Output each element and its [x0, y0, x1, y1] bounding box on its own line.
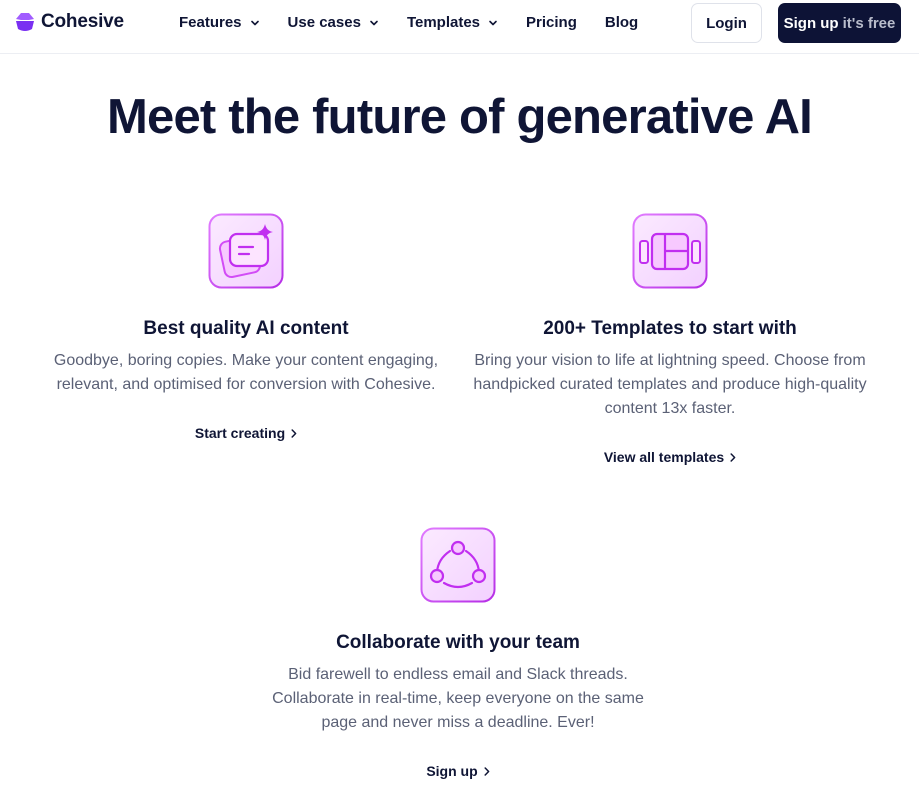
chevron-right-icon	[730, 452, 736, 462]
cohesive-logo[interactable]: Cohesive	[15, 11, 124, 33]
feature-description: Goodbye, boring copies. Make your conten…	[53, 352, 439, 393]
cohesive-logo-icon	[16, 13, 34, 31]
nav-use-cases-menu[interactable]: Use cases	[288, 14, 379, 31]
top-navigation: Cohesive Features Use cases Templates Pr…	[0, 0, 919, 54]
feature-link-label: Start creating	[194, 425, 286, 441]
login-button[interactable]: Login	[691, 3, 762, 43]
signup-button-label: Sign up	[783, 14, 839, 32]
nav-pricing-link[interactable]: Pricing	[526, 14, 577, 31]
feature-link-label: View all templates	[603, 449, 725, 465]
templates-layout-icon	[632, 213, 708, 289]
feature-link-label: Sign up	[426, 763, 478, 779]
sign-up-link[interactable]: Sign up	[426, 763, 490, 779]
feature-title: 200+ Templates to start with	[543, 318, 797, 339]
signup-button[interactable]: Sign up it's free	[778, 3, 901, 43]
primary-nav: Features Use cases Templates Pricing Blo…	[179, 14, 638, 31]
feature-description: Bid farewell to endless email and Slack …	[272, 666, 644, 731]
nav-features-label: Features	[179, 14, 242, 31]
signup-button-suffix: it's free	[842, 14, 896, 32]
feature-description: Bring your vision to life at lightning s…	[473, 352, 867, 417]
nav-use-cases-label: Use cases	[287, 14, 361, 31]
chevron-right-icon	[291, 428, 297, 438]
start-creating-link[interactable]: Start creating	[195, 425, 297, 441]
feature-title: Collaborate with your team	[336, 632, 580, 653]
chevron-down-icon	[370, 20, 378, 25]
nav-features-menu[interactable]: Features	[179, 14, 260, 31]
feature-card-templates: 200+ Templates to start with Bring your …	[470, 213, 870, 467]
brand-name: Cohesive	[41, 11, 124, 32]
feature-card-collaborate: Collaborate with your team Bid farewell …	[258, 527, 658, 781]
hero-title: Meet the future of generative AI	[107, 90, 813, 144]
feature-card-ai-content: Best quality AI content Goodbye, boring …	[46, 213, 446, 443]
collaborate-team-icon	[420, 527, 496, 603]
ai-content-sparkle-icon	[208, 213, 284, 289]
nav-templates-label: Templates	[406, 14, 481, 31]
feature-title: Best quality AI content	[143, 318, 349, 339]
nav-templates-menu[interactable]: Templates	[407, 14, 498, 31]
chevron-down-icon	[489, 20, 497, 25]
chevron-down-icon	[250, 20, 259, 25]
chevron-right-icon	[484, 766, 490, 776]
view-all-templates-link[interactable]: View all templates	[604, 449, 736, 465]
nav-blog-link[interactable]: Blog	[605, 14, 638, 31]
